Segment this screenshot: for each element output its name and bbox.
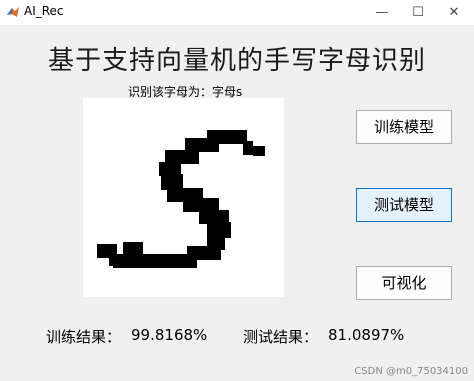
test-model-button[interactable]: 测试模型	[356, 188, 452, 222]
test-result-label: 测试结果：	[243, 328, 319, 346]
handwriting-canvas[interactable]	[83, 98, 284, 297]
train-model-button[interactable]: 训练模型	[356, 110, 452, 144]
visualize-button[interactable]: 可视化	[356, 266, 452, 300]
window-title: AI_Rec	[24, 4, 64, 18]
matlab-app-icon	[7, 7, 19, 17]
watermark: CSDN @m0_75034100	[354, 366, 468, 377]
app-window: AI_Rec — ☐ ✕ 基于支持向量机的手写字母识别 识别该字母为：字母s 训…	[0, 0, 474, 381]
train-result-label: 训练结果：	[46, 328, 122, 346]
handwritten-letter-drawing	[97, 130, 265, 268]
train-result-value: 99.8168%	[131, 326, 208, 344]
maximize-button[interactable]: ☐	[400, 0, 436, 25]
close-button[interactable]: ✕	[436, 0, 472, 25]
minimize-button[interactable]: —	[364, 0, 400, 25]
page-title: 基于支持向量机的手写字母识别	[47, 46, 426, 76]
test-result-value: 81.0897%	[328, 326, 405, 344]
title-bar[interactable]: AI_Rec — ☐ ✕	[0, 0, 474, 25]
